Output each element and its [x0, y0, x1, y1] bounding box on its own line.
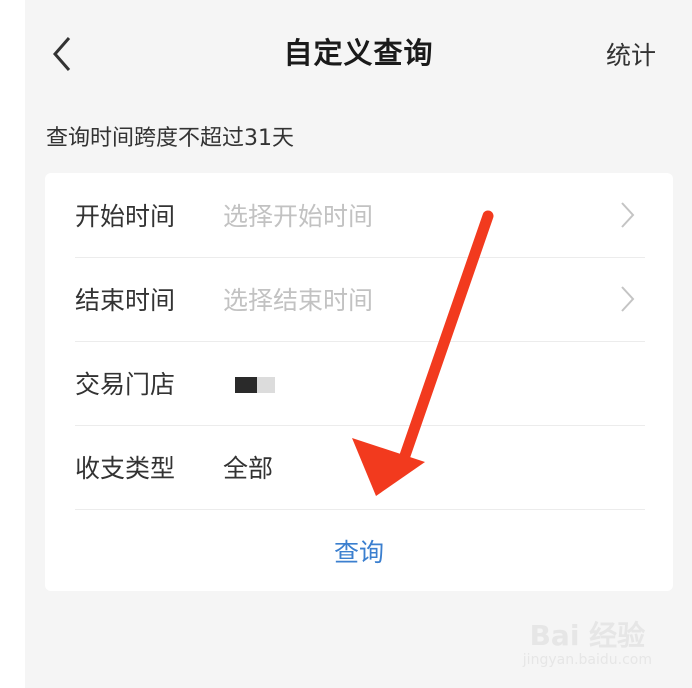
income-expense-type-row[interactable]: 收支类型 全部: [75, 425, 645, 510]
income-expense-type-value: 全部: [223, 454, 274, 483]
query-button[interactable]: 查询: [45, 533, 673, 569]
watermark-url: jingyan.baidu.com: [522, 652, 652, 668]
statistics-button[interactable]: 统计: [606, 36, 656, 72]
page-title: 自定义查询: [283, 36, 434, 70]
income-expense-type-label: 收支类型: [75, 454, 176, 483]
time-span-hint: 查询时间跨度不超过31天: [46, 126, 294, 151]
chevron-right-icon: [621, 286, 635, 312]
start-time-label: 开始时间: [75, 202, 176, 231]
redacted-store-name: [223, 371, 283, 397]
end-time-placeholder: 选择结束时间: [223, 286, 374, 315]
start-time-row[interactable]: 开始时间 选择开始时间: [75, 173, 645, 258]
end-time-label: 结束时间: [75, 286, 176, 315]
store-label: 交易门店: [75, 370, 176, 399]
store-row[interactable]: 交易门店: [75, 341, 645, 426]
start-time-placeholder: 选择开始时间: [223, 202, 374, 231]
end-time-row[interactable]: 结束时间 选择结束时间: [75, 257, 645, 342]
watermark-brand: Bai 经验: [529, 619, 646, 652]
app-screen: 自定义查询 统计 查询时间跨度不超过31天 开始时间 选择开始时间 结束时间 选…: [25, 0, 692, 688]
baidu-jingyan-watermark: Bai 经验 jingyan.baidu.com: [523, 614, 652, 668]
navigation-bar: 自定义查询 统计: [25, 0, 692, 108]
chevron-right-icon: [621, 202, 635, 228]
query-form-card: 开始时间 选择开始时间 结束时间 选择结束时间 交易门店 收支类型 全部 查询: [45, 173, 673, 591]
